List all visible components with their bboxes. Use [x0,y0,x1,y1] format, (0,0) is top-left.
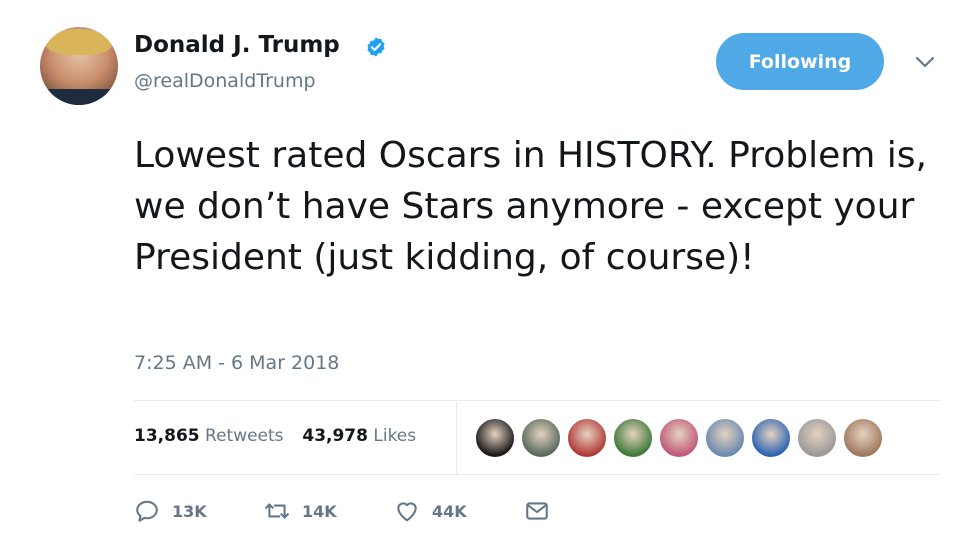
likes-count[interactable]: 43,978 [302,426,368,446]
liker-avatar[interactable] [521,418,561,458]
retweet-count: 14K [302,501,337,521]
retweets-count[interactable]: 13,865 [134,426,200,446]
author-name[interactable]: Donald J. Trump [134,32,340,58]
likes-label[interactable]: Likes [373,426,416,446]
retweets-label[interactable]: Retweets [205,426,284,446]
divider-bottom [134,474,940,475]
following-button[interactable]: Following [716,33,884,90]
retweet-icon[interactable] [264,498,290,524]
reply-icon[interactable] [134,498,160,524]
tweet-text: Lowest rated Oscars in HISTORY. Problem … [134,135,927,278]
like-action[interactable]: 44K [394,498,467,524]
liker-avatar[interactable] [843,418,883,458]
message-action[interactable] [524,498,550,524]
liker-avatar[interactable] [475,418,515,458]
chevron-down-icon[interactable] [914,54,936,70]
stats-separator [456,402,457,474]
heart-icon[interactable] [394,498,420,524]
author-handle[interactable]: @realDonaldTrump [134,70,316,92]
like-count: 44K [432,501,467,521]
profile-avatar[interactable] [40,27,118,105]
reply-action[interactable]: 13K [134,498,207,524]
liker-avatar[interactable] [613,418,653,458]
reply-count: 13K [172,501,207,521]
retweet-action[interactable]: 14K [264,498,337,524]
liker-avatar[interactable] [705,418,745,458]
tweet-timestamp[interactable]: 7:25 AM - 6 Mar 2018 [134,352,339,374]
liker-avatar[interactable] [797,418,837,458]
liker-avatar[interactable] [659,418,699,458]
divider-top [134,400,940,401]
envelope-icon[interactable] [524,498,550,524]
liker-avatar[interactable] [751,418,791,458]
avatar-suit [40,89,118,105]
avatar-hair [46,29,112,55]
liker-avatar[interactable] [567,418,607,458]
tweet-stats: 13,865 Retweets 43,978 Likes [134,426,416,446]
verified-badge-icon [367,37,385,57]
